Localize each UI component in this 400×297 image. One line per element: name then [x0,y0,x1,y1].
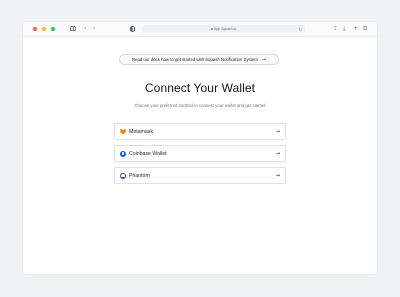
sidebar-icon[interactable] [70,26,76,31]
wallet-option-phantom[interactable]: Phantom → [114,167,286,184]
lock-icon [210,28,213,30]
shield-icon[interactable] [130,26,135,32]
reload-icon[interactable]: ↻ [299,27,302,32]
chevron-left-icon[interactable]: ‹ [84,25,86,33]
coinbase-icon [120,150,126,157]
phantom-icon [120,172,126,179]
tabs-icon[interactable]: ⧉ [363,25,367,33]
browser-toolbar: ‹ › App.Squash.io ↻ ⇪ ⤓ + ⧉ [23,22,377,37]
minimize-window-button[interactable] [42,27,46,31]
arrow-right-icon: → [275,172,280,179]
arrow-right-icon: → [261,56,267,63]
wallet-label: Phantom [129,172,150,179]
download-icon[interactable]: ⤓ [343,25,346,33]
address-bar[interactable]: App.Squash.io ↻ [142,25,305,33]
address-url: App.Squash.io [214,27,237,31]
wallet-label: Coinbase Wallet [129,150,167,157]
docs-banner-button[interactable]: Read our docs how to get started with Sq… [119,54,279,65]
arrow-right-icon: → [275,128,280,135]
share-icon[interactable]: ⇪ [333,25,338,33]
browser-window: ‹ › App.Squash.io ↻ ⇪ ⤓ + ⧉ Read our doc… [23,22,377,274]
chevron-right-icon[interactable]: › [93,25,95,33]
plus-icon[interactable]: + [353,25,358,33]
page-subtitle: Choose your preferred method to connect … [134,103,266,108]
close-window-button[interactable] [33,27,37,31]
docs-banner-label: Read our docs how to get started with Sq… [131,57,258,62]
arrow-right-icon: → [275,150,280,157]
wallet-label: Metamask [129,128,153,135]
wallet-option-coinbase[interactable]: Coinbase Wallet → [114,145,286,162]
maximize-window-button[interactable] [51,27,55,31]
page-content: Read our docs how to get started with Sq… [23,37,377,274]
wallet-option-metamask[interactable]: Metamask → [114,123,286,140]
metamask-icon [120,128,126,135]
page-title: Connect Your Wallet [144,81,256,95]
